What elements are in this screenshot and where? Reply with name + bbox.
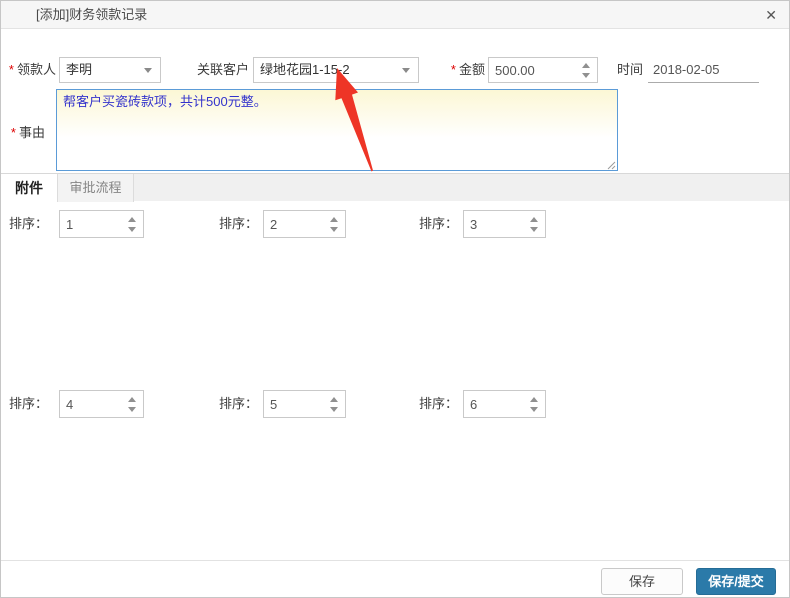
sort-label: 排序：: [419, 216, 459, 231]
sort-label: 排序：: [219, 396, 259, 411]
spinner-down-icon[interactable]: [530, 406, 538, 412]
amount-spinner[interactable]: [582, 58, 590, 82]
sort-label: 排序：: [419, 396, 459, 411]
sort-input-box-3: [463, 210, 546, 238]
sort-spinner[interactable]: [128, 211, 136, 237]
spinner-up-icon[interactable]: [330, 216, 338, 222]
customer-select[interactable]: 绿地花园1-15-2: [253, 57, 419, 83]
payee-select[interactable]: 李明: [59, 57, 161, 83]
amount-label: * 金额: [450, 62, 485, 77]
sort-spinner[interactable]: [530, 391, 538, 417]
spinner-up-icon[interactable]: [128, 216, 136, 222]
add-finance-record-dialog: [添加]财务领款记录 ✕ * 领款人 李明 关联客户 绿地花园1-15-2 * 金额…: [0, 0, 790, 598]
amount-input-box: [488, 57, 598, 83]
spinner-up-icon[interactable]: [530, 216, 538, 222]
dialog-footer: 保存 保存/提交: [1, 560, 789, 597]
close-icon[interactable]: ✕: [765, 1, 777, 29]
required-marker: *: [450, 62, 456, 77]
reason-textarea[interactable]: 帮客户买瓷砖款项，共计500元整。: [56, 89, 618, 171]
sort-input-box-6: [463, 390, 546, 418]
sort-label: 排序：: [9, 396, 49, 411]
spinner-up-icon[interactable]: [330, 396, 338, 402]
spinner-down-icon[interactable]: [530, 226, 538, 232]
reason-label: * 事由: [10, 125, 45, 140]
payee-value: 李明: [66, 62, 93, 77]
sort-label: 排序：: [219, 216, 259, 231]
time-label: 时间: [616, 62, 643, 77]
time-value: 2018-02-05: [653, 62, 720, 77]
spinner-down-icon[interactable]: [582, 72, 590, 78]
tab-approval-flow[interactable]: 审批流程: [58, 174, 134, 202]
sort-input-box-4: [59, 390, 144, 418]
sort-input-box-2: [263, 210, 346, 238]
save-button[interactable]: 保存: [601, 568, 683, 595]
spinner-down-icon[interactable]: [330, 406, 338, 412]
required-marker: *: [8, 62, 14, 77]
dialog-title: [添加]财务领款记录: [36, 7, 148, 22]
sort-spinner[interactable]: [128, 391, 136, 417]
amount-input[interactable]: [489, 58, 597, 82]
dialog-header: [添加]财务领款记录 ✕: [1, 1, 789, 29]
spinner-down-icon[interactable]: [128, 226, 136, 232]
spinner-down-icon[interactable]: [128, 406, 136, 412]
sort-spinner[interactable]: [330, 211, 338, 237]
spinner-up-icon[interactable]: [530, 396, 538, 402]
sort-input-box-5: [263, 390, 346, 418]
required-marker: *: [10, 125, 16, 140]
customer-label: 关联客户: [196, 62, 249, 77]
customer-value: 绿地花园1-15-2: [260, 62, 350, 77]
dropdown-arrow-icon: [144, 68, 152, 73]
time-field[interactable]: 2018-02-05: [648, 57, 759, 83]
spinner-down-icon[interactable]: [330, 226, 338, 232]
sort-input-box-1: [59, 210, 144, 238]
spinner-up-icon[interactable]: [582, 62, 590, 68]
dropdown-arrow-icon: [402, 68, 410, 73]
sort-spinner[interactable]: [530, 211, 538, 237]
spinner-up-icon[interactable]: [128, 396, 136, 402]
sort-spinner[interactable]: [330, 391, 338, 417]
tab-strip: 附件 审批流程: [1, 173, 789, 202]
tab-attachments[interactable]: 附件: [1, 174, 58, 202]
sort-label: 排序：: [9, 216, 49, 231]
save-submit-button[interactable]: 保存/提交: [696, 568, 776, 595]
payee-label: * 领款人: [8, 62, 56, 77]
